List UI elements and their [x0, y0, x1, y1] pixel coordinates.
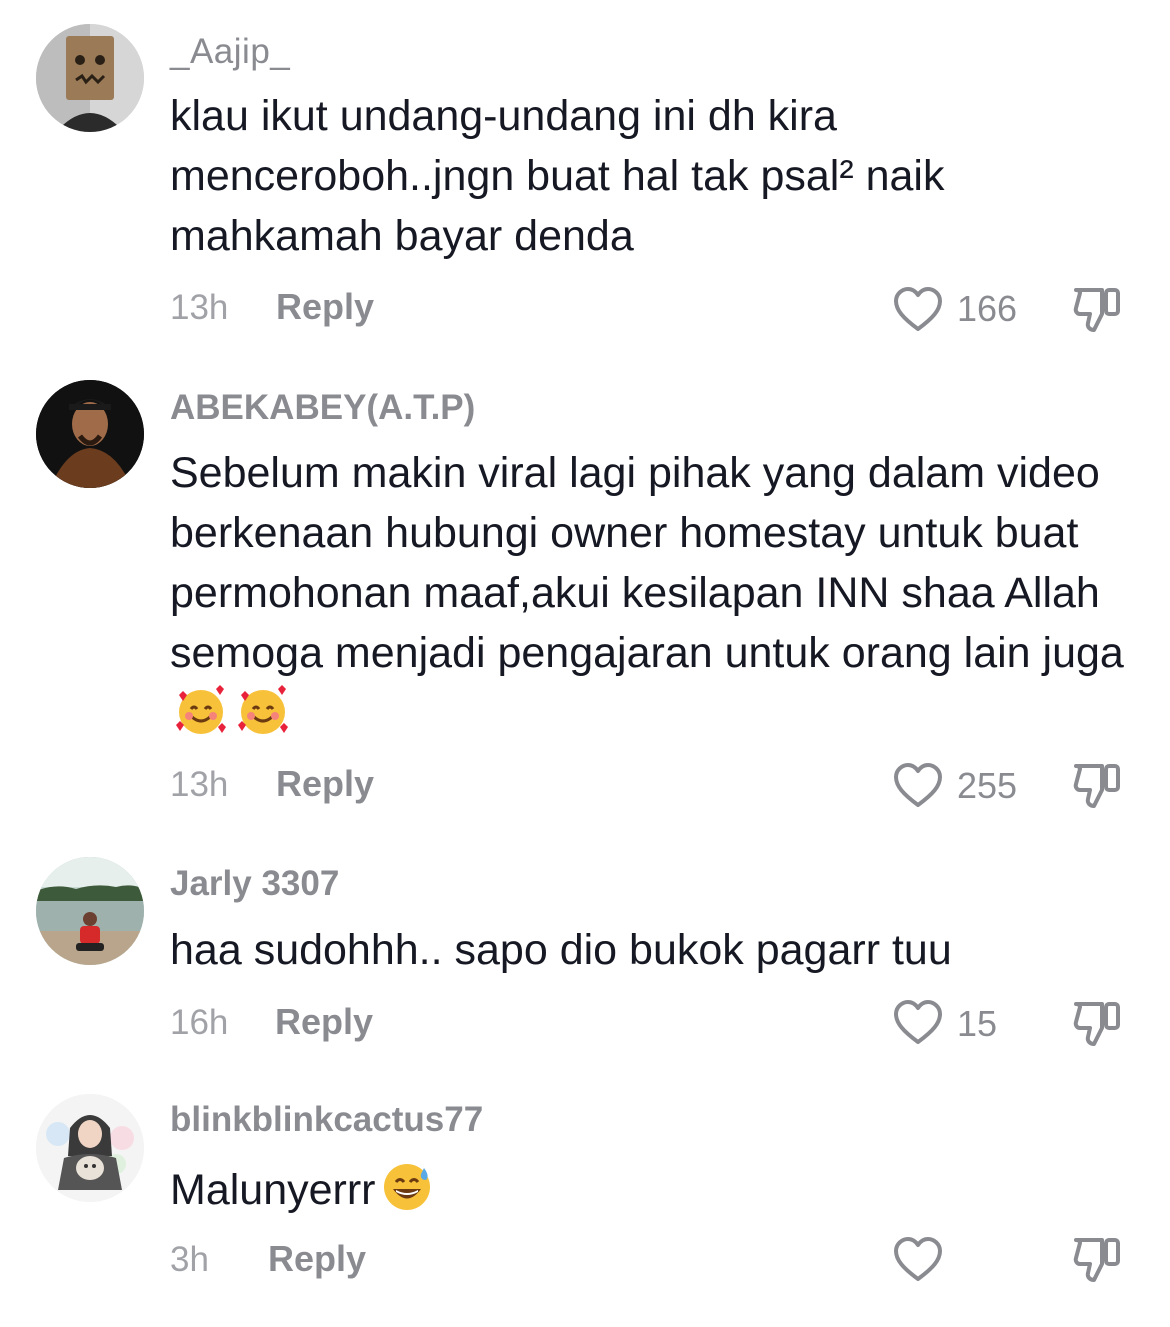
avatar[interactable] [36, 24, 144, 132]
username[interactable]: blinkblinkcactus77 [170, 1100, 483, 1140]
man-portrait-icon [36, 380, 144, 488]
thumbs-down-icon[interactable] [1072, 998, 1124, 1048]
like-count: 255 [957, 765, 1018, 806]
comment-text: klau ikut undang-undang ini dh kira menc… [170, 92, 945, 260]
like-count: 166 [957, 288, 1018, 329]
avatar[interactable] [36, 857, 144, 965]
reply-button[interactable]: Reply [268, 1238, 366, 1280]
comment-text-content: Malunyerrr [170, 1166, 376, 1214]
username[interactable]: Jarly 3307 [170, 864, 339, 904]
smiling-face-with-hearts-icon [176, 685, 226, 734]
reply-button[interactable]: Reply [275, 1001, 373, 1043]
grinning-face-with-sweat-icon [383, 1164, 430, 1210]
person-at-lake-icon [36, 857, 144, 965]
avatar[interactable] [36, 1094, 144, 1202]
comment-text-content: Sebelum makin viral lagi pihak yang dala… [170, 449, 1124, 677]
avatar[interactable] [36, 380, 144, 488]
reply-button[interactable]: Reply [276, 286, 374, 328]
heart-icon[interactable] [893, 1236, 943, 1282]
thumbs-down-icon[interactable] [1072, 284, 1124, 334]
smiling-face-with-hearts-icon [238, 685, 288, 734]
thumbs-down-icon[interactable] [1072, 760, 1124, 810]
like-count: 15 [957, 1003, 998, 1044]
timestamp: 13h [170, 765, 229, 804]
username[interactable]: ABEKABEY(A.T.P) [170, 388, 475, 428]
heart-icon[interactable] [893, 999, 943, 1045]
timestamp: 13h [170, 288, 229, 327]
girl-with-cat-icon [36, 1094, 144, 1202]
timestamp: 16h [170, 1003, 229, 1042]
username[interactable]: _Aajip_ [170, 32, 290, 72]
comment-text: haa sudohhh.. sapo dio bukok pagarr tuu [170, 926, 952, 974]
paper-bag-face-icon [36, 24, 144, 132]
comment-text: Malunyerrr [170, 1160, 1130, 1220]
timestamp: 3h [170, 1240, 209, 1279]
heart-icon[interactable] [893, 762, 943, 808]
heart-icon[interactable] [893, 286, 943, 332]
thumbs-down-icon[interactable] [1072, 1234, 1124, 1284]
comment-text: Sebelum makin viral lagi pihak yang dala… [170, 443, 1130, 743]
reply-button[interactable]: Reply [276, 763, 374, 805]
